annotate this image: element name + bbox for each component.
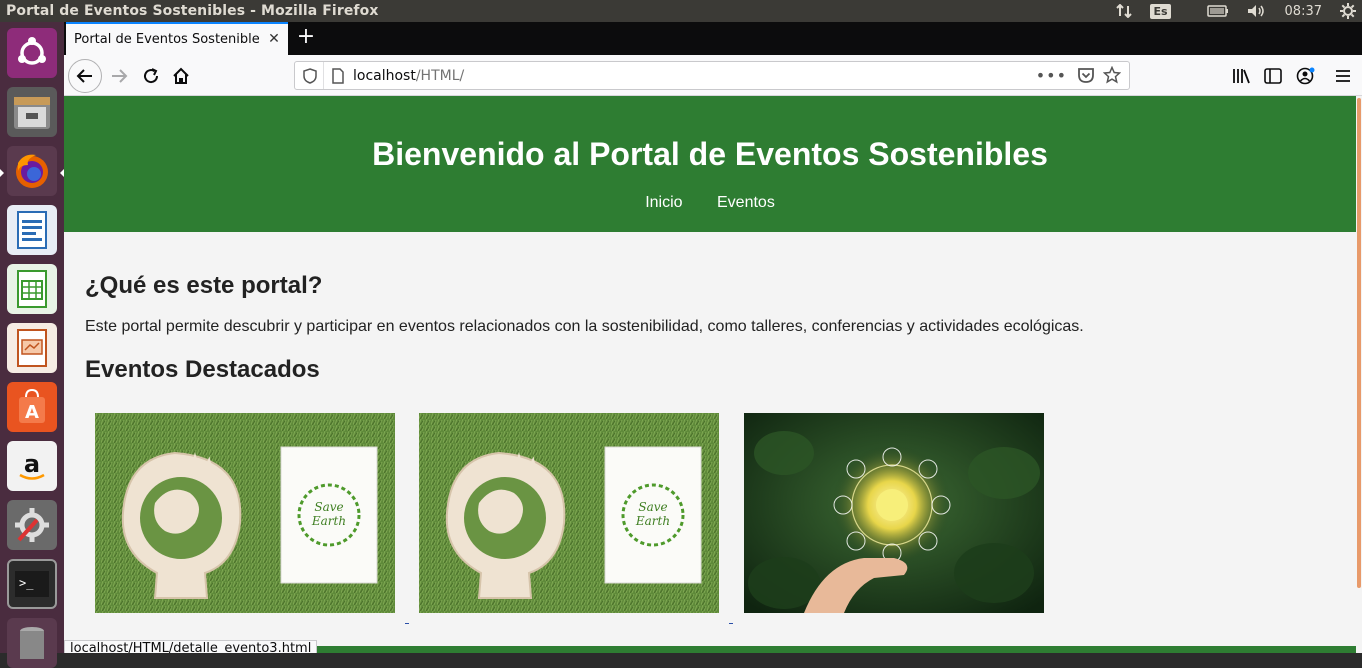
nav-link-eventos[interactable]: Eventos xyxy=(717,194,775,211)
trash-icon[interactable] xyxy=(7,618,57,668)
launcher-running-indicator xyxy=(0,169,4,177)
svg-text:>_: >_ xyxy=(19,576,34,590)
window-title: Portal de Eventos Sostenibles - Mozilla … xyxy=(6,3,379,19)
nav-link-inicio[interactable]: Inicio xyxy=(645,194,682,211)
library-button[interactable] xyxy=(1226,61,1256,91)
tab-title: Portal de Eventos Sostenibles xyxy=(74,32,259,47)
pocket-icon[interactable] xyxy=(1077,67,1095,88)
svg-text:a: a xyxy=(24,450,40,478)
system-settings-icon[interactable] xyxy=(7,500,57,550)
tracking-protection-shield-icon[interactable] xyxy=(303,68,317,88)
card-badge-line2: Earth xyxy=(311,514,346,528)
url-text: localhost/HTML/ xyxy=(353,68,464,84)
back-arrow-icon xyxy=(76,69,92,83)
firefox-account-button[interactable] xyxy=(1291,61,1321,91)
page-scrollbar[interactable] xyxy=(1356,96,1362,653)
libreoffice-calc-icon[interactable] xyxy=(7,264,57,314)
close-tab-icon[interactable]: ✕ xyxy=(266,31,282,47)
home-icon xyxy=(173,67,189,84)
volume-icon[interactable] xyxy=(1247,4,1267,18)
unity-launcher: A a >_ xyxy=(0,22,64,668)
library-icon xyxy=(1233,69,1250,84)
sidebar-icon xyxy=(1264,68,1282,84)
web-page-viewport: Bienvenido al Portal de Eventos Sostenib… xyxy=(64,96,1356,653)
ubuntu-software-icon[interactable]: A xyxy=(7,382,57,432)
card-link-underline-1 xyxy=(405,623,409,624)
reload-button[interactable] xyxy=(136,61,166,91)
save-earth-lightbulb-image: Save Earth xyxy=(419,413,719,613)
event-card-2[interactable]: Save Earth xyxy=(419,413,719,613)
card-badge-line1: Save xyxy=(314,500,343,514)
home-button[interactable] xyxy=(166,61,196,91)
reload-icon xyxy=(144,68,159,84)
files-icon[interactable] xyxy=(7,87,57,137)
url-path: /HTML/ xyxy=(415,68,465,84)
url-bar-separator xyxy=(323,62,324,89)
firefox-icon[interactable] xyxy=(7,146,57,196)
about-heading: ¿Qué es este portal? xyxy=(85,272,323,299)
account-avatar-icon xyxy=(1296,67,1315,85)
event-card-1[interactable]: Save Earth xyxy=(95,413,395,613)
scrollbar-thumb[interactable] xyxy=(1357,98,1361,588)
hamburger-menu-icon xyxy=(1336,70,1350,82)
page-actions-menu-icon[interactable]: ••• xyxy=(1036,66,1067,85)
new-tab-button[interactable]: + xyxy=(294,26,318,50)
svg-text:A: A xyxy=(25,402,39,423)
save-earth-lightbulb-image: Save Earth xyxy=(95,413,395,613)
libreoffice-impress-icon[interactable] xyxy=(7,323,57,373)
system-tray: Es 08:37 xyxy=(1116,0,1362,22)
clock[interactable]: 08:37 xyxy=(1285,4,1322,19)
amazon-icon[interactable]: a xyxy=(7,441,57,491)
network-icon[interactable] xyxy=(1116,4,1133,18)
card-link-underline-2 xyxy=(729,623,733,624)
browser-nav-bar: localhost/HTML/ ••• xyxy=(64,55,1362,96)
libreoffice-writer-icon[interactable] xyxy=(7,205,57,255)
page-title: Bienvenido al Portal de Eventos Sostenib… xyxy=(372,136,1048,172)
page-info-icon[interactable] xyxy=(331,68,345,88)
ubuntu-dash-icon[interactable] xyxy=(7,28,57,78)
back-button[interactable] xyxy=(68,59,102,93)
keyboard-layout-indicator[interactable]: Es xyxy=(1150,3,1188,19)
browser-tab-bar: Portal de Eventos Sostenibles ✕ + xyxy=(64,22,1362,55)
system-top-bar: Portal de Eventos Sostenibles - Mozilla … xyxy=(0,0,1362,22)
settings-gear-icon[interactable] xyxy=(1340,3,1356,19)
forward-arrow-icon xyxy=(112,69,128,83)
url-bar[interactable]: localhost/HTML/ ••• xyxy=(294,61,1130,90)
featured-events-heading: Eventos Destacados xyxy=(85,356,320,383)
card-badge-line2: Earth xyxy=(635,514,670,528)
forward-button[interactable] xyxy=(104,61,134,91)
hand-holding-glowing-bulb-image xyxy=(744,413,1044,613)
about-paragraph: Este portal permite descubrir y particip… xyxy=(85,318,1084,335)
battery-icon[interactable] xyxy=(1206,5,1229,17)
site-navigation: Inicio Eventos xyxy=(64,194,1356,212)
site-header: Bienvenido al Portal de Eventos Sostenib… xyxy=(64,96,1356,232)
url-host: localhost xyxy=(353,68,416,84)
tab-active[interactable]: Portal de Eventos Sostenibles ✕ xyxy=(66,22,288,55)
terminal-icon[interactable]: >_ xyxy=(7,559,57,609)
card-badge-line1: Save xyxy=(638,500,667,514)
sidebar-button[interactable] xyxy=(1258,61,1288,91)
link-status-bar: localhost/HTML/detalle_evento3.html xyxy=(64,640,318,653)
bookmark-star-icon[interactable] xyxy=(1102,65,1122,88)
event-card-3[interactable] xyxy=(744,413,1044,613)
open-menu-button[interactable] xyxy=(1328,61,1358,91)
